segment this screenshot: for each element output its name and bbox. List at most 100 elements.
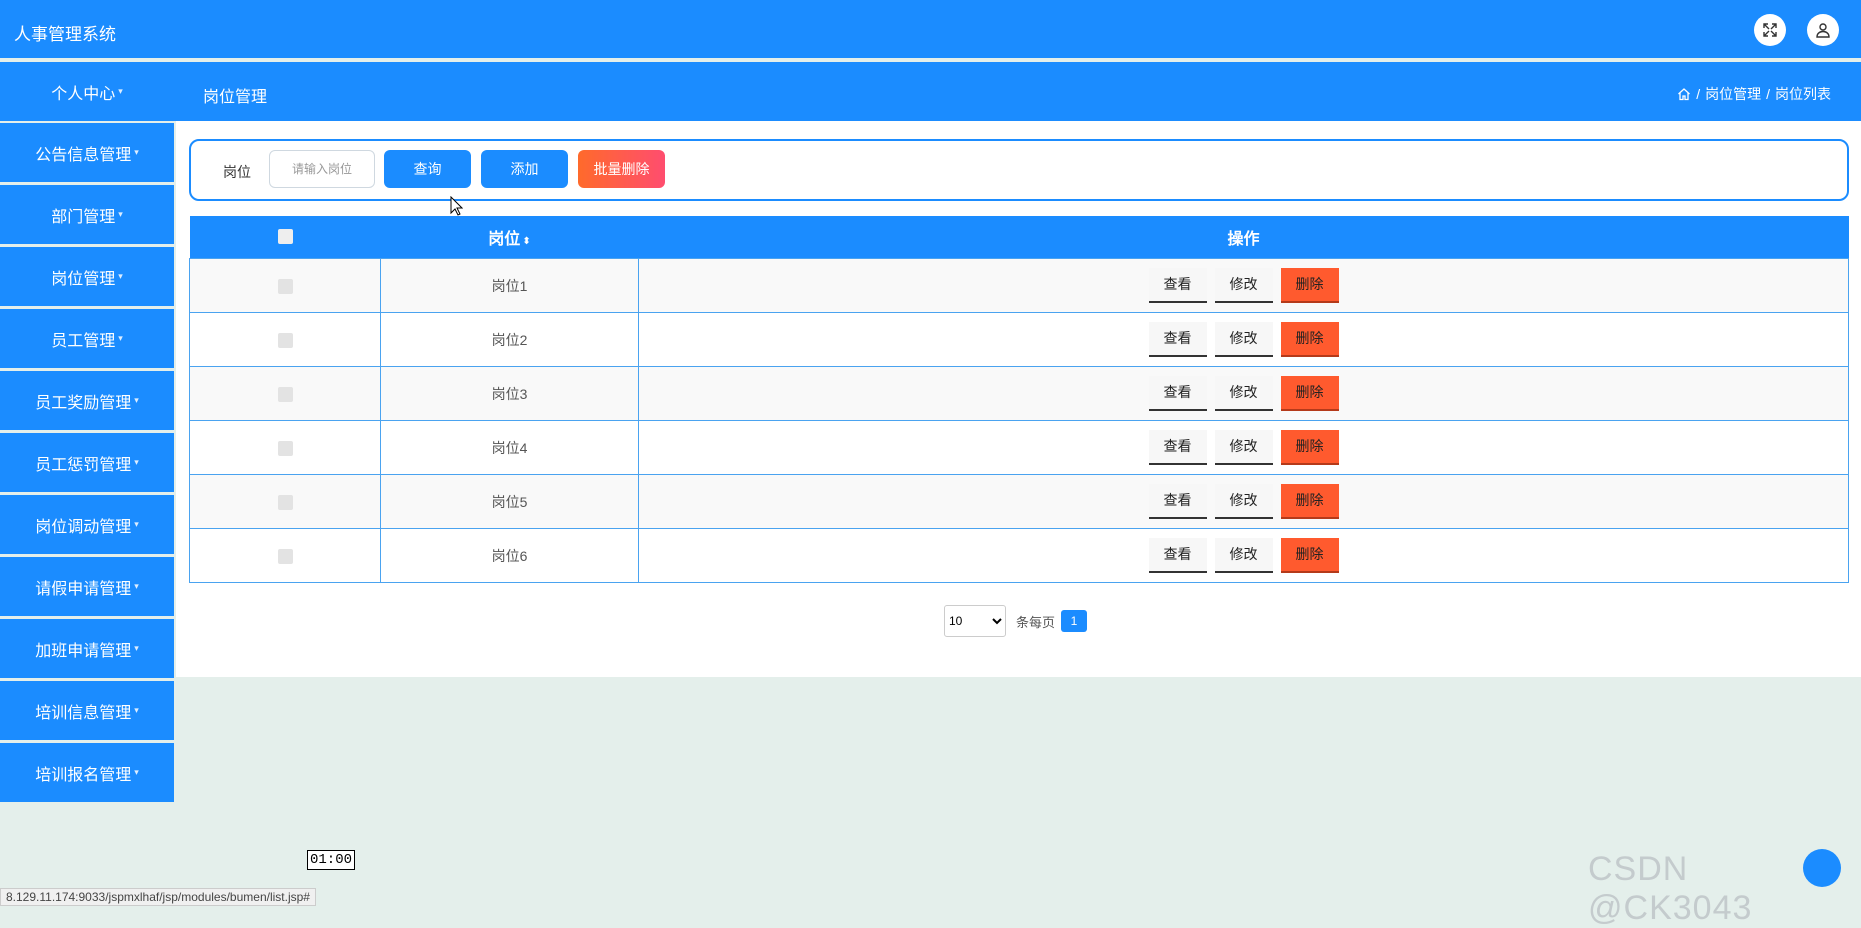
edit-button[interactable]: 修改 [1214,484,1273,519]
position-cell: 岗位5 [380,474,639,529]
view-button[interactable]: 查看 [1148,430,1207,465]
sidebar-item-label: 部门管理 [51,208,116,226]
caret-down-icon: ▾ [118,333,123,343]
caret-down-icon: ▾ [118,86,123,96]
search-input[interactable] [269,150,375,188]
caret-down-icon: ▾ [134,767,139,777]
delete-button[interactable]: 删除 [1280,268,1339,303]
sidebar-item-personal-center[interactable]: 个人中心 ▾ [0,62,174,121]
sidebar-item-label: 请假申请管理 [35,580,132,598]
sidebar-item-reward[interactable]: 员工奖励管理 ▾ [0,371,174,430]
top-navbar: 人事管理系统 [0,0,1861,58]
user-button[interactable] [1807,14,1839,46]
position-cell: 岗位4 [380,420,639,475]
view-button[interactable]: 查看 [1148,268,1207,303]
sidebar-item-label: 员工管理 [51,332,116,350]
row-checkbox[interactable] [277,278,293,294]
caret-down-icon: ▾ [118,209,123,219]
view-button[interactable]: 查看 [1148,484,1207,519]
sidebar-item-label: 加班申请管理 [35,642,132,660]
add-button[interactable]: 添加 [481,150,568,188]
sub-header: 个人中心 ▾ 岗位管理 / 岗位管理 / 岗位列表 [0,62,1861,121]
table-row: 岗位1 查看 修改 删除 [189,258,1849,313]
caret-down-icon: ▾ [134,457,139,467]
sidebar: 公告信息管理 ▾ 部门管理 ▾ 岗位管理 ▾ 员工管理 ▾ 员工奖励管理 ▾ 员工惩罚管理… [0,123,174,805]
position-header[interactable]: 岗位 ⬍ [380,216,639,259]
sidebar-item-label: 岗位管理 [51,270,116,288]
edit-button[interactable]: 修改 [1214,430,1273,465]
sidebar-item-leave[interactable]: 请假申请管理 ▾ [0,557,174,616]
user-icon [1816,23,1830,38]
search-panel: 岗位 查询 添加 批量删除 [189,139,1849,201]
caret-down-icon: ▾ [134,581,139,591]
delete-button[interactable]: 删除 [1280,376,1339,411]
caret-down-icon: ▾ [134,395,139,405]
row-checkbox[interactable] [277,332,293,348]
per-page-label: 条每页 [1016,614,1056,630]
table-row: 岗位2 查看 修改 删除 [189,312,1849,367]
table-row: 岗位5 查看 修改 删除 [189,474,1849,529]
position-cell: 岗位1 [380,258,639,313]
fullscreen-button[interactable] [1754,14,1786,46]
row-checkbox[interactable] [277,494,293,510]
table-row: 岗位6 查看 修改 删除 [189,528,1849,583]
app-title: 人事管理系统 [14,25,116,44]
breadcrumb-position-list[interactable]: 岗位列表 [1775,84,1831,104]
edit-button[interactable]: 修改 [1214,322,1273,357]
edit-button[interactable]: 修改 [1214,268,1273,303]
current-page-button[interactable]: 1 [1061,610,1088,632]
sidebar-item-department[interactable]: 部门管理 ▾ [0,185,174,244]
sidebar-item-label: 个人中心 [51,85,116,103]
sidebar-item-label: 培训信息管理 [35,704,132,722]
delete-button[interactable]: 删除 [1280,484,1339,519]
home-icon[interactable] [1677,87,1691,101]
delete-button[interactable]: 删除 [1280,538,1339,573]
sidebar-item-transfer[interactable]: 岗位调动管理 ▾ [0,495,174,554]
row-checkbox[interactable] [277,440,293,456]
view-button[interactable]: 查看 [1148,322,1207,357]
sidebar-item-label: 公告信息管理 [35,146,132,164]
edit-button[interactable]: 修改 [1214,376,1273,411]
row-checkbox[interactable] [277,386,293,402]
sidebar-item-label: 岗位调动管理 [35,518,132,536]
breadcrumb-separator: / [1696,86,1701,102]
pagination: 10 条每页 1 [944,605,1088,637]
fullscreen-icon [1763,23,1777,37]
sidebar-item-training-signup[interactable]: 培训报名管理 ▾ [0,743,174,802]
position-table: 岗位 ⬍ 操作 岗位1 查看 修改 删除 岗位2 查看 修改 删除 岗位3 查看 修改 删除 [189,216,1849,583]
page-title: 岗位管理 [203,89,268,106]
main-content: 岗位 查询 添加 批量删除 岗位⬍ 操作 岗位1 查看修改删除 岗位2 查看修改… [176,121,1861,677]
delete-button[interactable]: 删除 [1280,322,1339,357]
view-button[interactable]: 查看 [1148,376,1207,411]
view-button[interactable]: 查看 [1148,538,1207,573]
delete-button[interactable]: 删除 [1280,430,1339,465]
row-checkbox[interactable] [277,548,293,564]
caret-down-icon: ▾ [134,147,139,157]
query-button[interactable]: 查询 [384,150,471,188]
sidebar-item-overtime[interactable]: 加班申请管理 ▾ [0,619,174,678]
position-cell: 岗位3 [380,366,639,421]
sort-icon[interactable]: ⬍ [522,236,530,247]
actions-header: 操作 [638,216,1849,259]
sidebar-item-position[interactable]: 岗位管理 ▾ [0,247,174,306]
sidebar-item-employee[interactable]: 员工管理 ▾ [0,309,174,368]
caret-down-icon: ▾ [118,271,123,281]
sidebar-item-notice[interactable]: 公告信息管理 ▾ [0,123,174,182]
select-all-cell [189,216,381,259]
time-badge: 01:00 [307,850,356,870]
table-row: 岗位4 查看 修改 删除 [189,420,1849,475]
page-size-select[interactable]: 10 [944,605,1006,637]
batch-delete-button[interactable]: 批量删除 [578,150,665,188]
breadcrumb-separator: / [1766,86,1770,102]
caret-down-icon: ▾ [134,519,139,529]
status-url: 8.129.11.174:9033/jspmxlhaf/jsp/modules/… [0,888,316,906]
edit-button[interactable]: 修改 [1214,538,1273,573]
floating-button[interactable] [1803,849,1841,887]
breadcrumb: / 岗位管理 / 岗位列表 [1677,84,1831,104]
sidebar-item-punishment[interactable]: 员工惩罚管理 ▾ [0,433,174,492]
select-all-checkbox[interactable] [277,229,293,245]
caret-down-icon: ▾ [134,705,139,715]
position-cell: 岗位2 [380,312,639,367]
breadcrumb-position-management[interactable]: 岗位管理 [1705,84,1761,104]
sidebar-item-training[interactable]: 培训信息管理 ▾ [0,681,174,740]
